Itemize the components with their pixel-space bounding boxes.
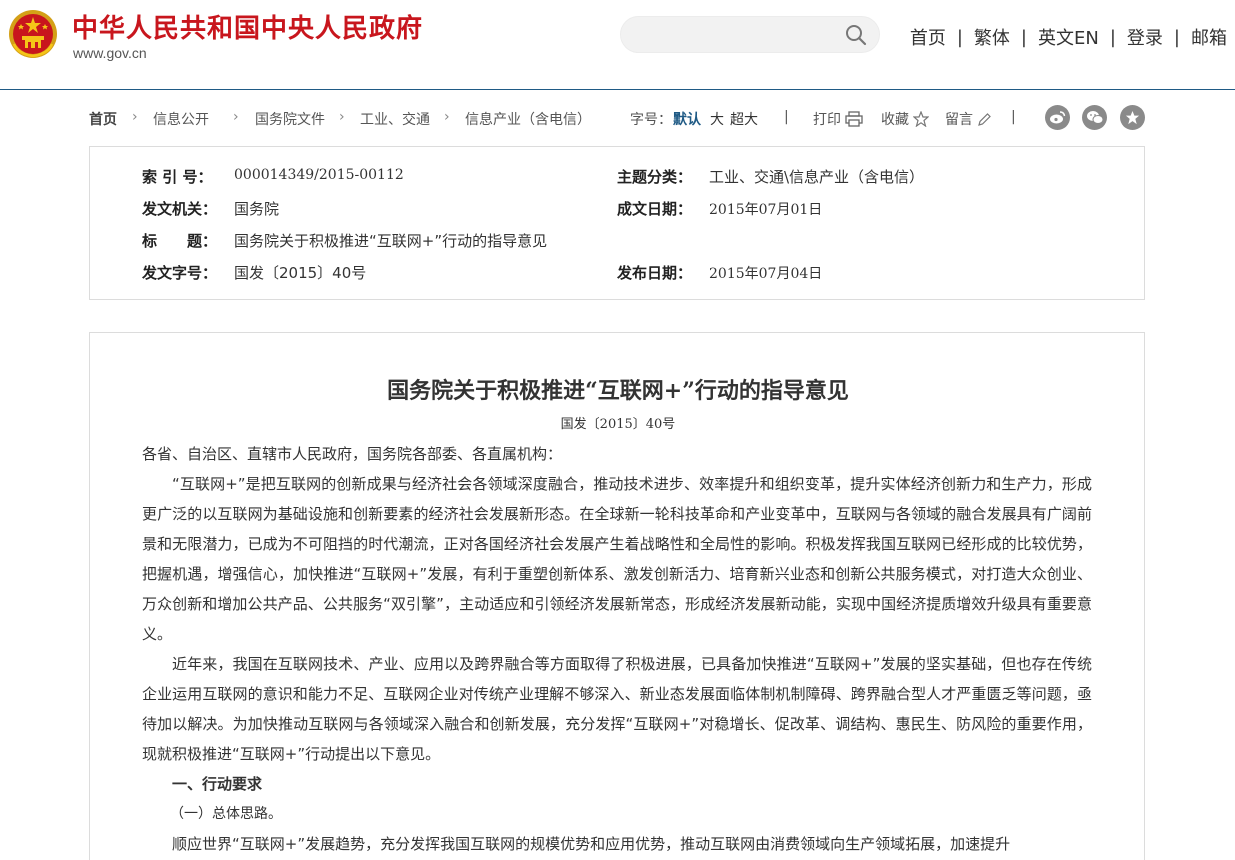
print-label: 打印 <box>813 112 841 128</box>
nav-traditional[interactable]: 繁体 <box>974 24 1010 50</box>
meta-value: 国发〔2015〕40号 <box>234 264 367 282</box>
printer-icon <box>845 111 863 127</box>
article-text: 各省、自治区、直辖市人民政府，国务院各部委、各直属机构： “互联网+”是把互联网… <box>142 439 1092 859</box>
font-size-large[interactable]: 大 <box>710 109 724 129</box>
weibo-icon[interactable] <box>1045 105 1070 130</box>
meta-label: 发布日期： <box>617 264 693 282</box>
font-size-xlarge[interactable]: 超大 <box>730 109 758 129</box>
meta-value: 2015年07月04日 <box>709 266 823 282</box>
wechat-icon[interactable] <box>1082 105 1107 130</box>
print-button[interactable]: 打印 <box>813 109 863 129</box>
nav-login[interactable]: 登录 <box>1127 24 1163 50</box>
site-name[interactable]: 中华人民共和国中央人民政府 <box>72 8 423 45</box>
site-header: 中华人民共和国中央人民政府 www.gov.cn 首页 | 繁体 | 英文EN … <box>0 0 1235 90</box>
meta-index-no: 索 引 号： 000014349/2015-00112 <box>142 166 404 187</box>
paragraph: 近年来，我国在互联网技术、产业、应用以及跨界融合等方面取得了积极进展，已具备加快… <box>142 655 1092 763</box>
breadcrumb-info-industry[interactable]: 信息产业（含电信） <box>465 109 591 129</box>
font-size-label: 字号： <box>630 112 672 128</box>
star-icon <box>913 111 929 127</box>
meta-value: 工业、交通\信息产业（含电信） <box>709 168 925 186</box>
meta-label: 索 引 号： <box>142 168 213 186</box>
top-nav: 首页 | 繁体 | 英文EN | 登录 | 邮箱 <box>910 24 1227 50</box>
favorite-label: 收藏 <box>881 112 909 128</box>
nav-separator: | <box>1020 26 1027 48</box>
comment-button[interactable]: 留言 <box>945 109 992 129</box>
nav-english[interactable]: 英文EN <box>1038 24 1099 50</box>
chevron-right-icon: › <box>132 109 138 125</box>
comment-label: 留言 <box>945 112 973 128</box>
meta-value: 国务院关于积极推进“互联网+”行动的指导意见 <box>234 232 548 250</box>
nav-separator: | <box>1173 26 1180 48</box>
chevron-right-icon: › <box>339 109 345 125</box>
paragraph: 顺应世界“互联网+”发展趋势，充分发挥我国互联网的规模优势和应用优势，推动互联网… <box>172 835 1011 853</box>
meta-created-date: 成文日期： 2015年07月01日 <box>617 198 822 219</box>
meta-category: 主题分类： 工业、交通\信息产业（含电信） <box>617 166 924 187</box>
national-emblem-icon[interactable] <box>8 8 58 60</box>
breadcrumb-industry-transport[interactable]: 工业、交通 <box>360 109 430 129</box>
section-heading: 一、行动要求 <box>172 775 263 793</box>
search-icon[interactable] <box>845 24 867 46</box>
document-metadata: 索 引 号： 000014349/2015-00112 主题分类： 工业、交通\… <box>89 146 1145 300</box>
nav-home[interactable]: 首页 <box>910 24 946 50</box>
pencil-icon <box>978 112 991 126</box>
toolbar-separator: | <box>1011 109 1016 125</box>
meta-label: 发文机关： <box>142 200 218 218</box>
meta-label: 主题分类： <box>617 168 693 186</box>
star-share-icon[interactable] <box>1120 105 1145 130</box>
meta-value: 000014349/2015-00112 <box>234 167 404 183</box>
breadcrumb-state-council-docs[interactable]: 国务院文件 <box>255 109 325 129</box>
meta-published-date: 发布日期： 2015年07月04日 <box>617 262 822 283</box>
meta-value: 国务院 <box>234 200 280 218</box>
search-input[interactable] <box>639 24 839 46</box>
chevron-right-icon: › <box>233 109 239 125</box>
toolbar-separator: | <box>784 109 789 125</box>
subsection-heading: （一）总体思路。 <box>170 806 282 822</box>
article-doc-number: 国发〔2015〕40号 <box>560 417 676 432</box>
meta-label: 成文日期： <box>617 200 693 218</box>
chevron-right-icon: › <box>444 109 450 125</box>
paragraph: “互联网+”是把互联网的创新成果与经济社会各领域深度融合，推动技术进步、效率提升… <box>142 475 1092 643</box>
breadcrumb-info-disclosure[interactable]: 信息公开 <box>153 109 209 129</box>
article-body: 国务院关于积极推进“互联网+”行动的指导意见 国发〔2015〕40号 各省、自治… <box>89 332 1145 860</box>
nav-mail[interactable]: 邮箱 <box>1191 24 1227 50</box>
nav-separator: | <box>956 26 963 48</box>
meta-doc-no: 发文字号： 国发〔2015〕40号 <box>142 262 366 283</box>
site-url[interactable]: www.gov.cn <box>73 45 147 61</box>
font-size-default[interactable]: 默认 <box>673 109 701 129</box>
breadcrumb-home[interactable]: 首页 <box>89 109 117 129</box>
meta-value: 2015年07月01日 <box>709 202 823 218</box>
meta-label: 发文字号： <box>142 264 218 282</box>
nav-separator: | <box>1109 26 1116 48</box>
meta-issuer: 发文机关： 国务院 <box>142 198 279 219</box>
article-title: 国务院关于积极推进“互联网+”行动的指导意见 <box>387 378 849 404</box>
favorite-button[interactable]: 收藏 <box>881 109 929 129</box>
salutation: 各省、自治区、直辖市人民政府，国务院各部委、各直属机构： <box>142 445 563 463</box>
toolbar: 首页 › 信息公开 › 国务院文件 › 工业、交通 › 信息产业（含电信） 字号… <box>89 104 1145 132</box>
meta-title: 标 题： 国务院关于积极推进“互联网+”行动的指导意见 <box>142 230 547 251</box>
search-box <box>620 16 880 53</box>
meta-label: 标 题： <box>142 232 218 250</box>
